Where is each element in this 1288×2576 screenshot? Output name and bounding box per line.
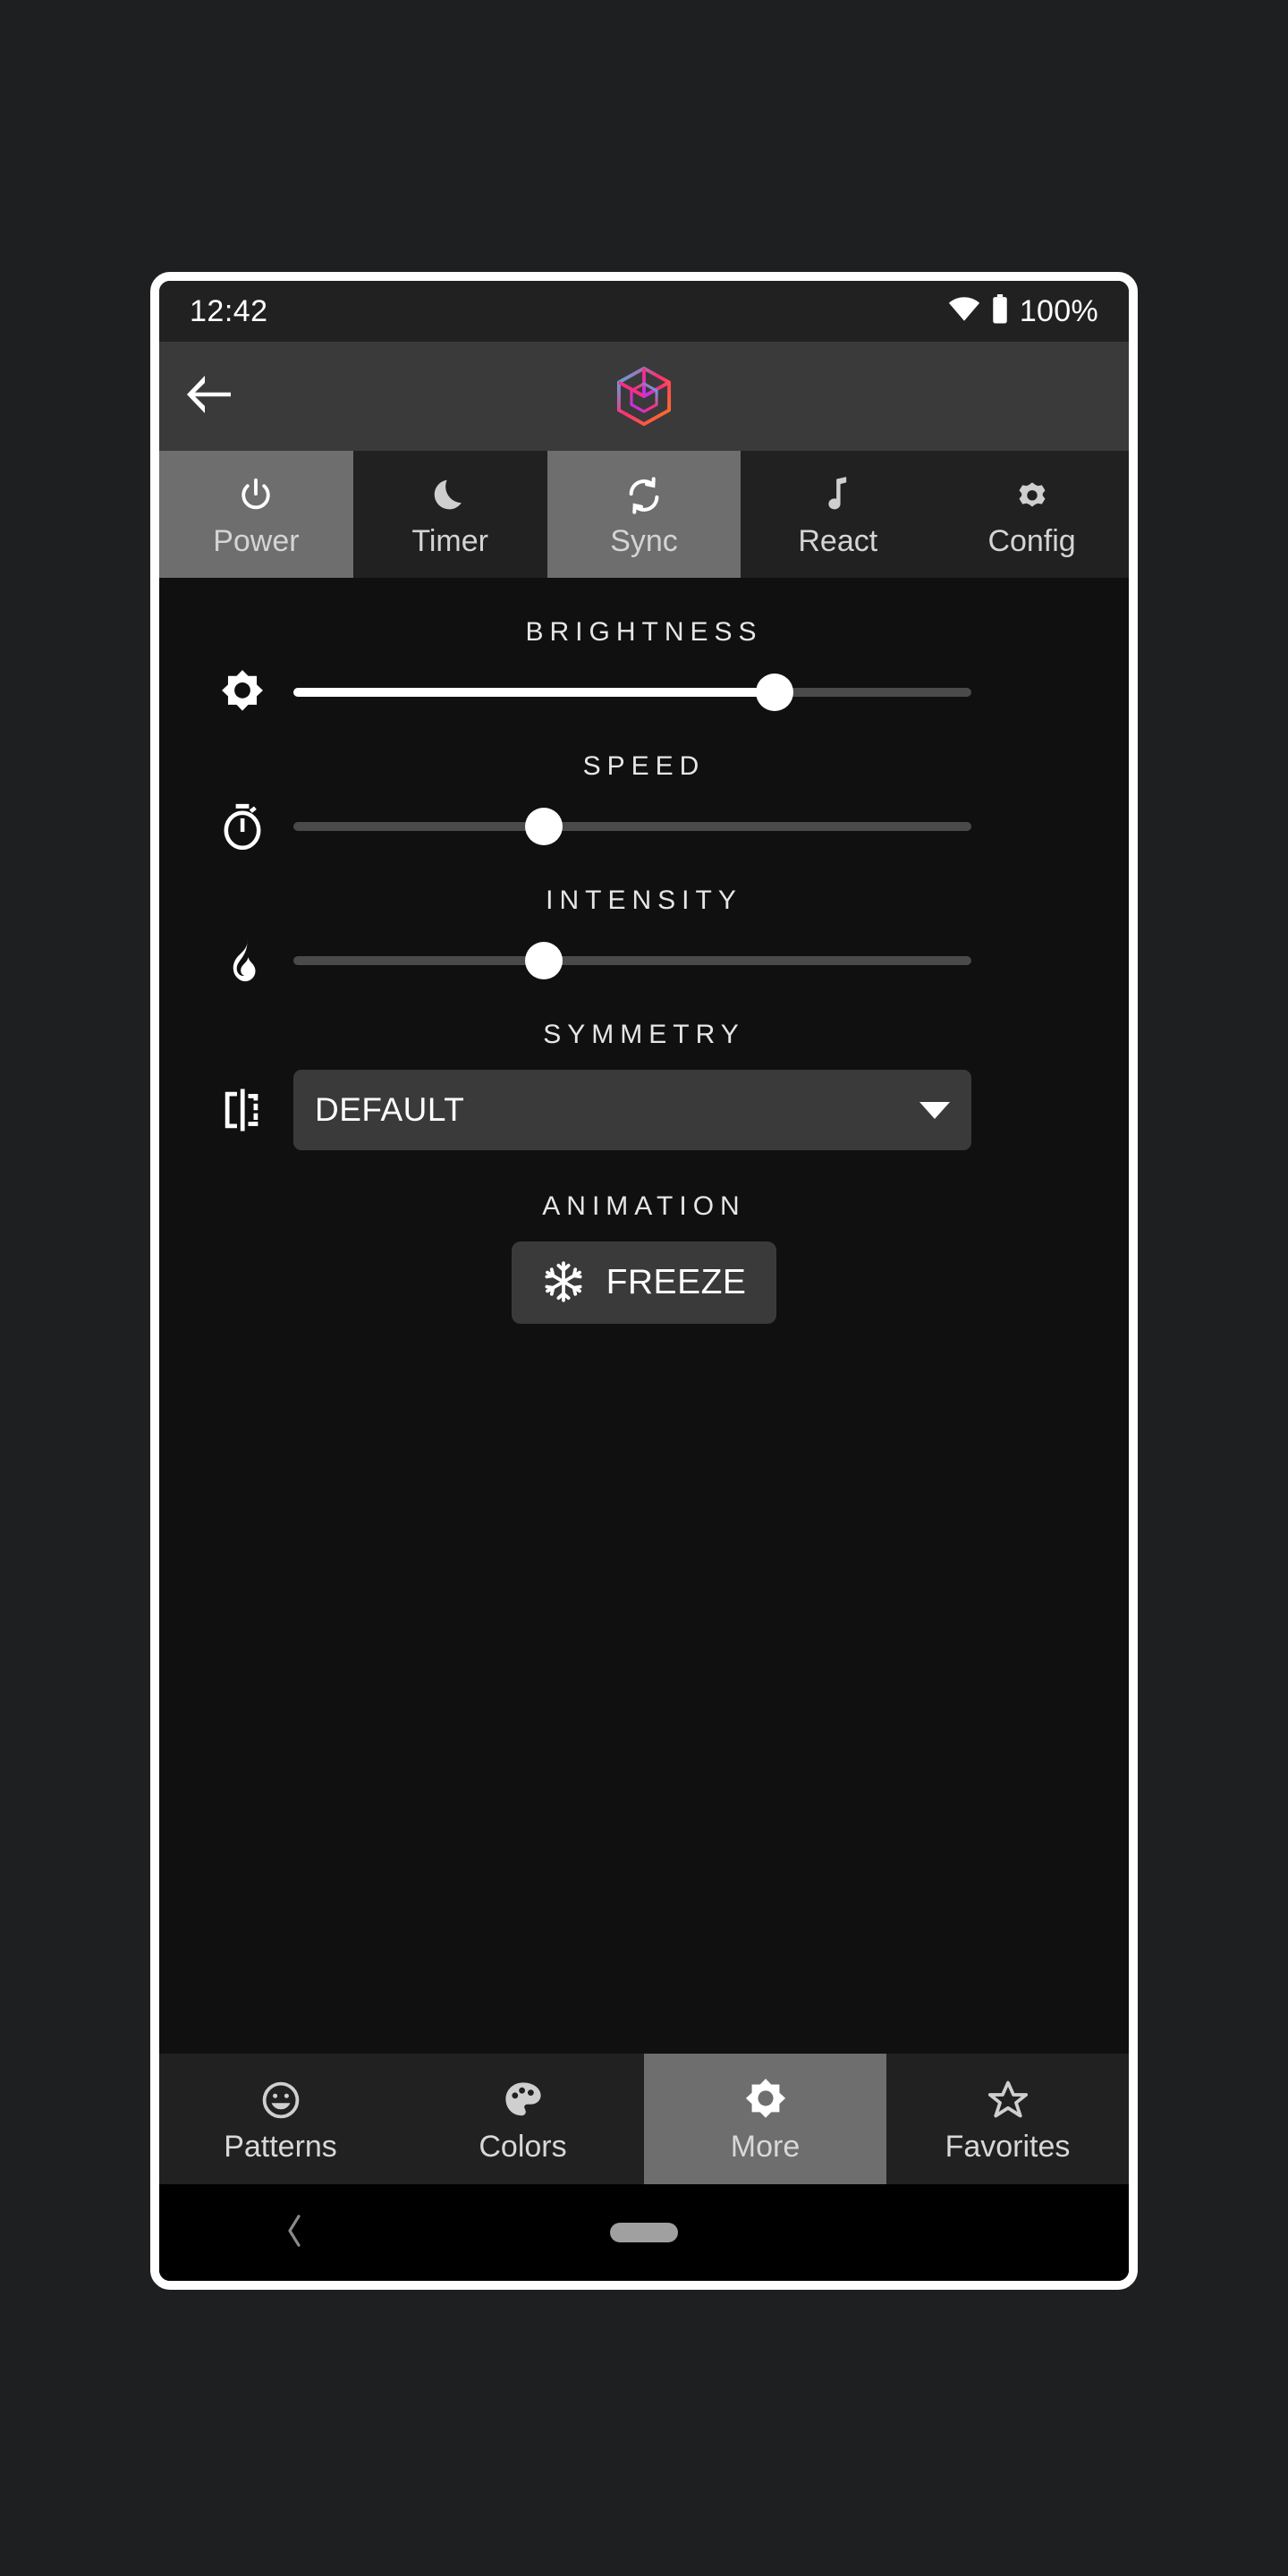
power-icon bbox=[235, 472, 276, 519]
tab-power[interactable]: Power bbox=[159, 451, 353, 578]
speed-slider-thumb[interactable] bbox=[525, 808, 564, 845]
back-button[interactable] bbox=[159, 342, 258, 451]
tab-sync-label: Sync bbox=[610, 524, 678, 558]
brightness-slider-fill bbox=[293, 688, 775, 697]
moon-icon bbox=[430, 472, 470, 519]
status-bar: 12:42 100% bbox=[159, 281, 1129, 342]
tab-react[interactable]: React bbox=[741, 451, 936, 578]
intensity-slider[interactable] bbox=[293, 936, 971, 986]
star-outline-icon bbox=[986, 2076, 1030, 2124]
speed-section-label: SPEED bbox=[582, 751, 706, 781]
nav-item-favorites[interactable]: Favorites bbox=[886, 2054, 1129, 2184]
cube-logo-icon bbox=[609, 361, 679, 431]
bottom-navigation-bar: Patterns Colors More Favorites bbox=[159, 2050, 1129, 2184]
intensity-slider-row bbox=[159, 936, 1129, 986]
brightness-slider-thumb[interactable] bbox=[756, 674, 794, 711]
speed-slider[interactable] bbox=[293, 801, 971, 852]
smiley-face-icon bbox=[259, 2076, 302, 2124]
controls-panel: BRIGHTNESS SPEED INTENSITY SYMMETRY DEFA… bbox=[159, 578, 1129, 2050]
nav-item-colors[interactable]: Colors bbox=[402, 2054, 644, 2184]
top-tab-bar: Power Timer Sync React Config bbox=[159, 451, 1129, 578]
nav-item-patterns[interactable]: Patterns bbox=[159, 2054, 402, 2184]
animation-section-label: ANIMATION bbox=[542, 1191, 746, 1221]
back-arrow-icon bbox=[182, 372, 234, 421]
gear-icon bbox=[1013, 472, 1052, 519]
symmetry-dropdown[interactable]: DEFAULT bbox=[293, 1070, 971, 1150]
tab-sync[interactable]: Sync bbox=[547, 451, 741, 578]
animation-block: ANIMATION FREEZE bbox=[159, 1191, 1129, 1324]
intensity-slider-thumb[interactable] bbox=[525, 942, 564, 979]
battery-full-icon bbox=[991, 293, 1009, 329]
snowflake-icon bbox=[542, 1260, 585, 1306]
status-bar-time: 12:42 bbox=[190, 293, 268, 328]
speed-slider-track bbox=[293, 822, 971, 831]
symmetry-section-label: SYMMETRY bbox=[543, 1020, 745, 1049]
nav-item-patterns-label: Patterns bbox=[224, 2130, 337, 2164]
tab-react-label: React bbox=[798, 524, 878, 558]
palette-icon bbox=[502, 2076, 545, 2124]
tab-timer[interactable]: Timer bbox=[352, 451, 547, 578]
freeze-button[interactable]: FREEZE bbox=[511, 1241, 777, 1324]
intensity-section-label: INTENSITY bbox=[546, 886, 742, 915]
brightness-sun-icon bbox=[208, 669, 277, 716]
app-bar bbox=[159, 342, 1129, 451]
mirror-flip-icon bbox=[208, 1086, 277, 1134]
brightness-slider-row bbox=[159, 667, 1129, 717]
symmetry-row: DEFAULT bbox=[159, 1070, 1129, 1150]
freeze-button-wrap: FREEZE bbox=[159, 1241, 1129, 1324]
status-bar-indicators: 100% bbox=[948, 293, 1098, 329]
tab-timer-label: Timer bbox=[411, 524, 488, 558]
stopwatch-icon bbox=[208, 803, 277, 850]
tab-power-label: Power bbox=[213, 524, 300, 558]
android-system-nav bbox=[159, 2184, 1129, 2281]
tab-config-label: Config bbox=[987, 524, 1076, 558]
system-back-chevron-icon[interactable] bbox=[284, 2214, 304, 2252]
wifi-icon bbox=[948, 296, 980, 326]
brightness-section-label: BRIGHTNESS bbox=[525, 617, 763, 647]
tab-config[interactable]: Config bbox=[935, 451, 1129, 578]
intensity-slider-track bbox=[293, 956, 971, 965]
brightness-sun-icon bbox=[743, 2076, 788, 2124]
symmetry-selected-value: DEFAULT bbox=[315, 1091, 465, 1128]
speed-slider-row bbox=[159, 801, 1129, 852]
battery-percent-label: 100% bbox=[1019, 293, 1098, 328]
phone-frame: 12:42 100% Power Timer Sync React Config… bbox=[150, 272, 1138, 2290]
nav-item-more-label: More bbox=[730, 2130, 801, 2164]
home-pill-icon[interactable] bbox=[610, 2223, 678, 2242]
nav-item-more[interactable]: More bbox=[644, 2054, 886, 2184]
freeze-button-label: FREEZE bbox=[606, 1263, 747, 1301]
nav-item-colors-label: Colors bbox=[479, 2130, 567, 2164]
nav-item-favorites-label: Favorites bbox=[945, 2130, 1071, 2164]
brightness-slider[interactable] bbox=[293, 667, 971, 717]
flame-icon bbox=[208, 937, 277, 984]
music-note-icon bbox=[820, 472, 856, 519]
sync-icon bbox=[623, 472, 665, 519]
chevron-down-icon bbox=[919, 1101, 950, 1119]
